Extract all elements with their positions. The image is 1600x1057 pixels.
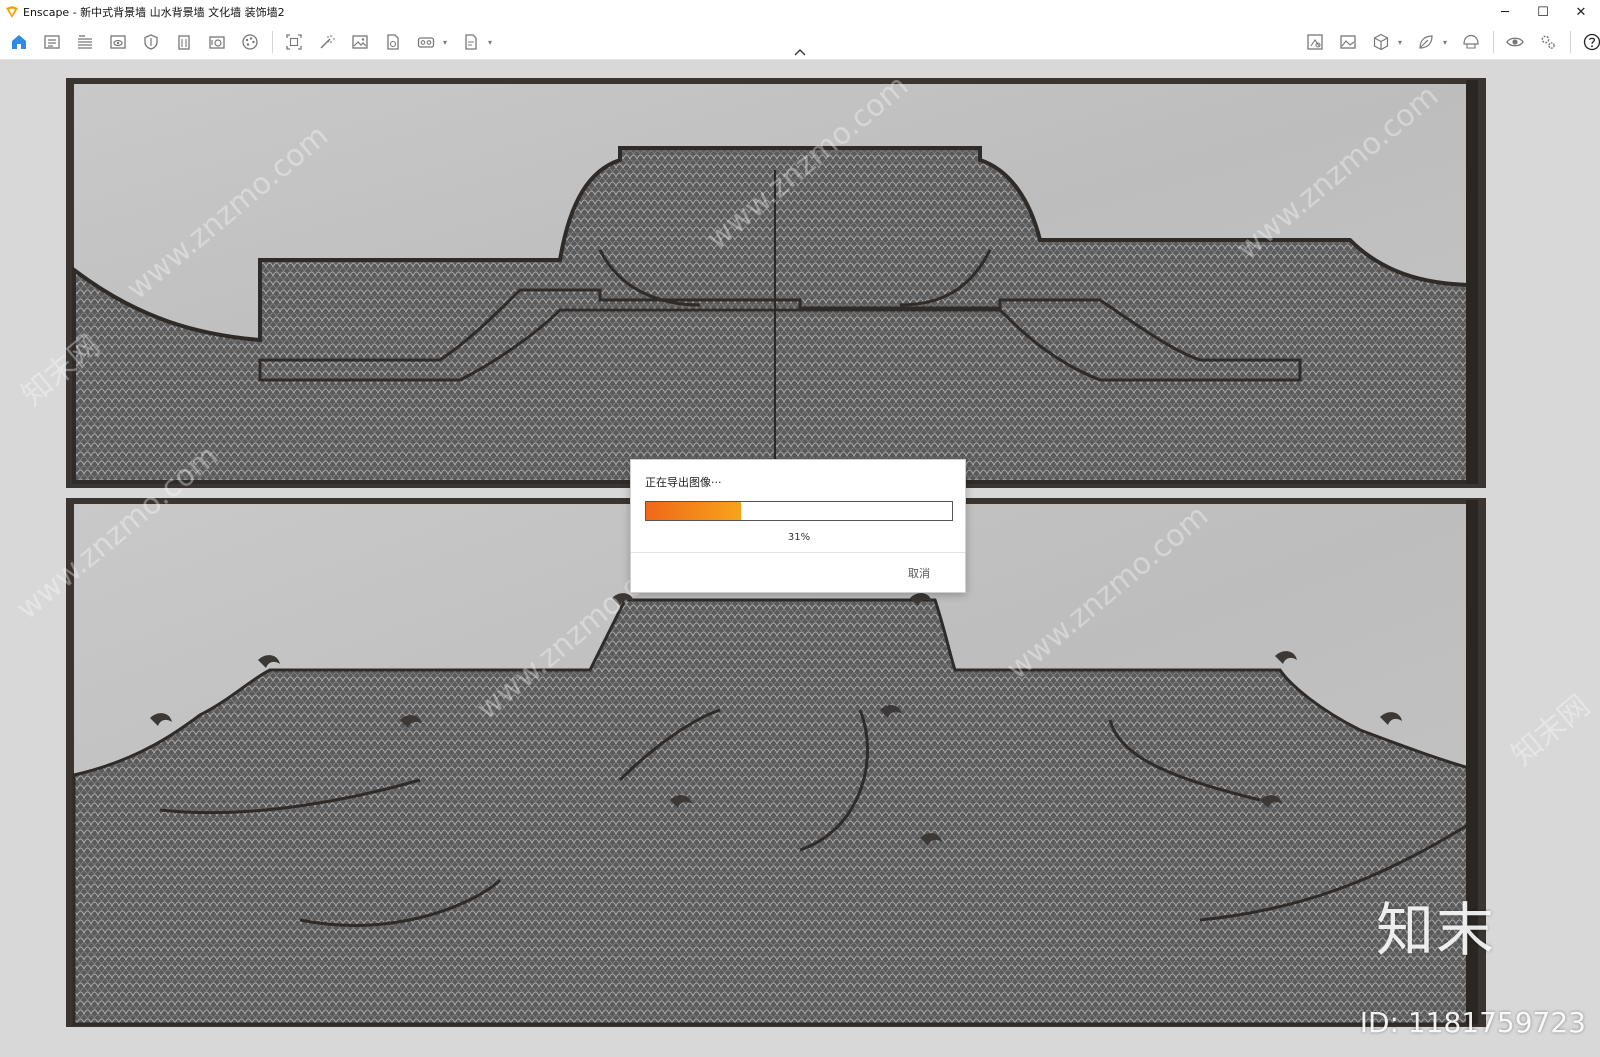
cube-button[interactable] xyxy=(1368,29,1394,55)
visibility-button[interactable] xyxy=(1502,29,1528,55)
export-file-button[interactable] xyxy=(380,29,406,55)
progress-percent: 31% xyxy=(787,532,811,543)
vr-dropdown-chevron-icon[interactable]: ▾ xyxy=(440,29,450,55)
sync-views-icon xyxy=(44,35,60,49)
view-button[interactable] xyxy=(105,29,131,55)
helmet-icon xyxy=(1463,34,1479,49)
title-bar: Enscape - 新中式背景墙 山水背景墙 文化墙 装饰墙2 ─ ☐ ✕ xyxy=(0,0,1600,24)
home-icon xyxy=(12,35,26,49)
image-button[interactable] xyxy=(347,29,373,55)
palette-icon xyxy=(242,34,258,50)
bim-icon xyxy=(78,35,92,49)
camera-info-icon xyxy=(209,36,225,49)
settings-button[interactable] xyxy=(1535,29,1561,55)
helmet-button[interactable] xyxy=(1458,29,1484,55)
building-button[interactable] xyxy=(171,29,197,55)
vr-headset-button[interactable] xyxy=(413,29,439,55)
home-button[interactable] xyxy=(6,29,32,55)
cube-icon xyxy=(1373,33,1389,51)
close-button[interactable]: ✕ xyxy=(1562,0,1600,24)
document-icon xyxy=(465,34,477,50)
frame-button[interactable] xyxy=(281,29,307,55)
minimize-button[interactable]: ─ xyxy=(1486,0,1524,24)
cube-dropdown-chevron-icon[interactable]: ▾ xyxy=(1395,29,1405,55)
toolbar-right-group: ▾ ▾ xyxy=(1302,29,1600,55)
toolbar-separator xyxy=(1493,31,1494,53)
building-icon xyxy=(178,35,190,50)
sync-views-button[interactable] xyxy=(39,29,65,55)
vr-headset-icon xyxy=(417,37,435,48)
document-dropdown-chevron-icon[interactable]: ▾ xyxy=(485,29,495,55)
leaf-button[interactable] xyxy=(1413,29,1439,55)
capture-icon xyxy=(1307,34,1323,50)
window-controls: ─ ☐ ✕ xyxy=(1486,0,1600,24)
progress-fill xyxy=(646,502,741,520)
shield-icon xyxy=(144,34,158,50)
toolbar-separator xyxy=(1570,31,1571,53)
toolbar-collapse-chevron-icon[interactable] xyxy=(790,45,810,59)
image-icon xyxy=(352,35,368,49)
magic-wand-icon xyxy=(320,35,335,49)
model-id-watermark: ID: 1181759723 xyxy=(1359,1006,1586,1039)
export-progress-bar xyxy=(645,501,953,521)
cancel-button[interactable]: 取消 xyxy=(899,562,939,584)
frame-icon xyxy=(286,34,302,50)
gallery-icon xyxy=(1340,35,1356,49)
toolbar-separator xyxy=(272,31,273,53)
leaf-dropdown-chevron-icon[interactable]: ▾ xyxy=(1440,29,1450,55)
palette-button[interactable] xyxy=(237,29,263,55)
capture-button[interactable] xyxy=(1302,29,1328,55)
bim-button[interactable] xyxy=(72,29,98,55)
maximize-button[interactable]: ☐ xyxy=(1524,0,1562,24)
brand-watermark: 知末 xyxy=(1375,896,1496,964)
camera-info-button[interactable] xyxy=(204,29,230,55)
magic-wand-button[interactable] xyxy=(314,29,340,55)
help-icon xyxy=(1583,33,1600,51)
toolbar-left-group: ▾ ▾ xyxy=(6,29,503,55)
dialog-divider xyxy=(631,552,965,553)
document-button[interactable] xyxy=(458,29,484,55)
shield-button[interactable] xyxy=(138,29,164,55)
help-button[interactable] xyxy=(1579,29,1600,55)
top-wall-panel xyxy=(66,78,1486,488)
settings-icon xyxy=(1541,35,1555,49)
eye-view-icon xyxy=(110,35,126,49)
export-progress-dialog: 正在导出图像··· 31% 取消 xyxy=(630,459,966,593)
window-title: Enscape - 新中式背景墙 山水背景墙 文化墙 装饰墙2 xyxy=(23,6,285,19)
dialog-title: 正在导出图像··· xyxy=(645,476,722,489)
export-file-icon xyxy=(387,34,399,50)
gallery-button[interactable] xyxy=(1335,29,1361,55)
leaf-icon xyxy=(1419,35,1433,49)
visibility-icon xyxy=(1506,37,1524,47)
enscape-logo-icon xyxy=(6,6,18,18)
